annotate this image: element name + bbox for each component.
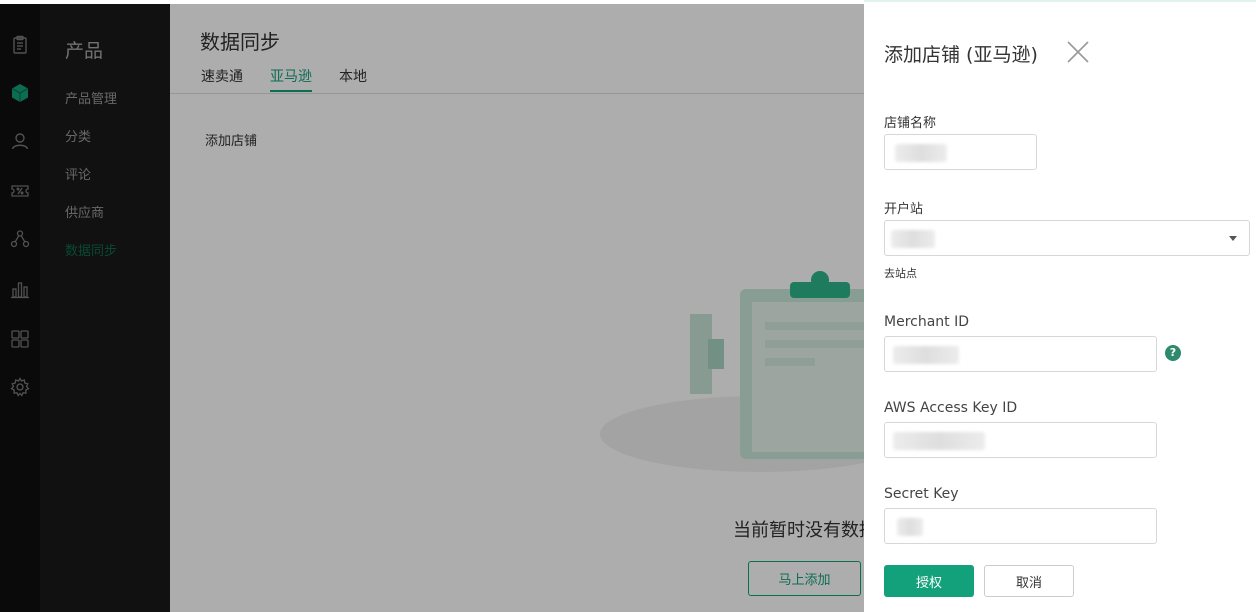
add-store-link[interactable]: 添加店铺 [205, 130, 257, 149]
secondary-sidebar: 产品 产品管理 分类 评论 供应商 数据同步 [40, 4, 170, 612]
sidebar-item-data-sync[interactable]: 数据同步 [65, 240, 117, 259]
tab-local[interactable]: 本地 [339, 66, 367, 90]
add-store-drawer: 添加店铺 (亚马逊) 店铺名称 开户站 去站点 Merchant ID ? AW… [864, 0, 1256, 612]
store-name-label: 店铺名称 [884, 116, 937, 131]
main-header: 数据同步 速卖通 亚马逊 本地 [170, 4, 864, 94]
store-name-input[interactable] [884, 134, 1037, 170]
empty-state-text: 当前暂时没有数据 [733, 520, 877, 541]
blurred-value [893, 346, 959, 364]
caret-down-icon [1229, 236, 1237, 241]
blurred-value [891, 230, 935, 248]
settings-icon[interactable] [10, 377, 30, 397]
sidebar-item-category[interactable]: 分类 [65, 126, 91, 145]
drawer-title: 添加店铺 (亚马逊) [884, 44, 1038, 66]
main-content: 数据同步 速卖通 亚马逊 本地 添加店铺 当前暂时没有数据 马上添加 [170, 4, 900, 612]
icon-rail [0, 4, 40, 612]
merchant-id-label: Merchant ID [884, 314, 970, 330]
add-now-button[interactable]: 马上添加 [748, 561, 861, 596]
blurred-value [897, 518, 923, 536]
apps-icon[interactable] [10, 329, 30, 349]
empty-clipboard-illustration [600, 271, 900, 472]
close-icon[interactable] [1066, 40, 1090, 64]
sidebar-item-product-management[interactable]: 产品管理 [65, 88, 117, 107]
tab-aliexpress[interactable]: 速卖通 [201, 66, 243, 90]
secret-key-label: Secret Key [884, 486, 959, 502]
discount-icon[interactable] [10, 181, 30, 201]
authorize-button[interactable]: 授权 [884, 565, 974, 597]
sidebar-item-suppliers[interactable]: 供应商 [65, 202, 104, 221]
blurred-value [895, 144, 947, 162]
go-to-site-link[interactable]: 去站点 [884, 265, 917, 281]
cancel-button[interactable]: 取消 [984, 565, 1074, 597]
sidebar-item-reviews[interactable]: 评论 [65, 164, 91, 183]
user-icon[interactable] [10, 131, 30, 151]
site-select[interactable] [884, 220, 1250, 256]
cube-icon[interactable] [10, 83, 30, 103]
share-icon[interactable] [10, 229, 30, 249]
help-icon[interactable]: ? [1165, 345, 1181, 361]
bar-chart-icon[interactable] [10, 279, 30, 299]
blurred-value [893, 432, 985, 450]
page-title: 数据同步 [200, 30, 280, 54]
site-label: 开户站 [884, 202, 924, 217]
aws-access-key-input[interactable] [884, 422, 1157, 458]
sidebar-title: 产品 [65, 40, 104, 62]
aws-access-key-label: AWS Access Key ID [884, 400, 1018, 416]
clipboard-icon[interactable] [10, 35, 30, 55]
secret-key-input[interactable] [884, 508, 1157, 544]
merchant-id-input[interactable] [884, 336, 1157, 372]
tab-amazon[interactable]: 亚马逊 [270, 66, 312, 92]
